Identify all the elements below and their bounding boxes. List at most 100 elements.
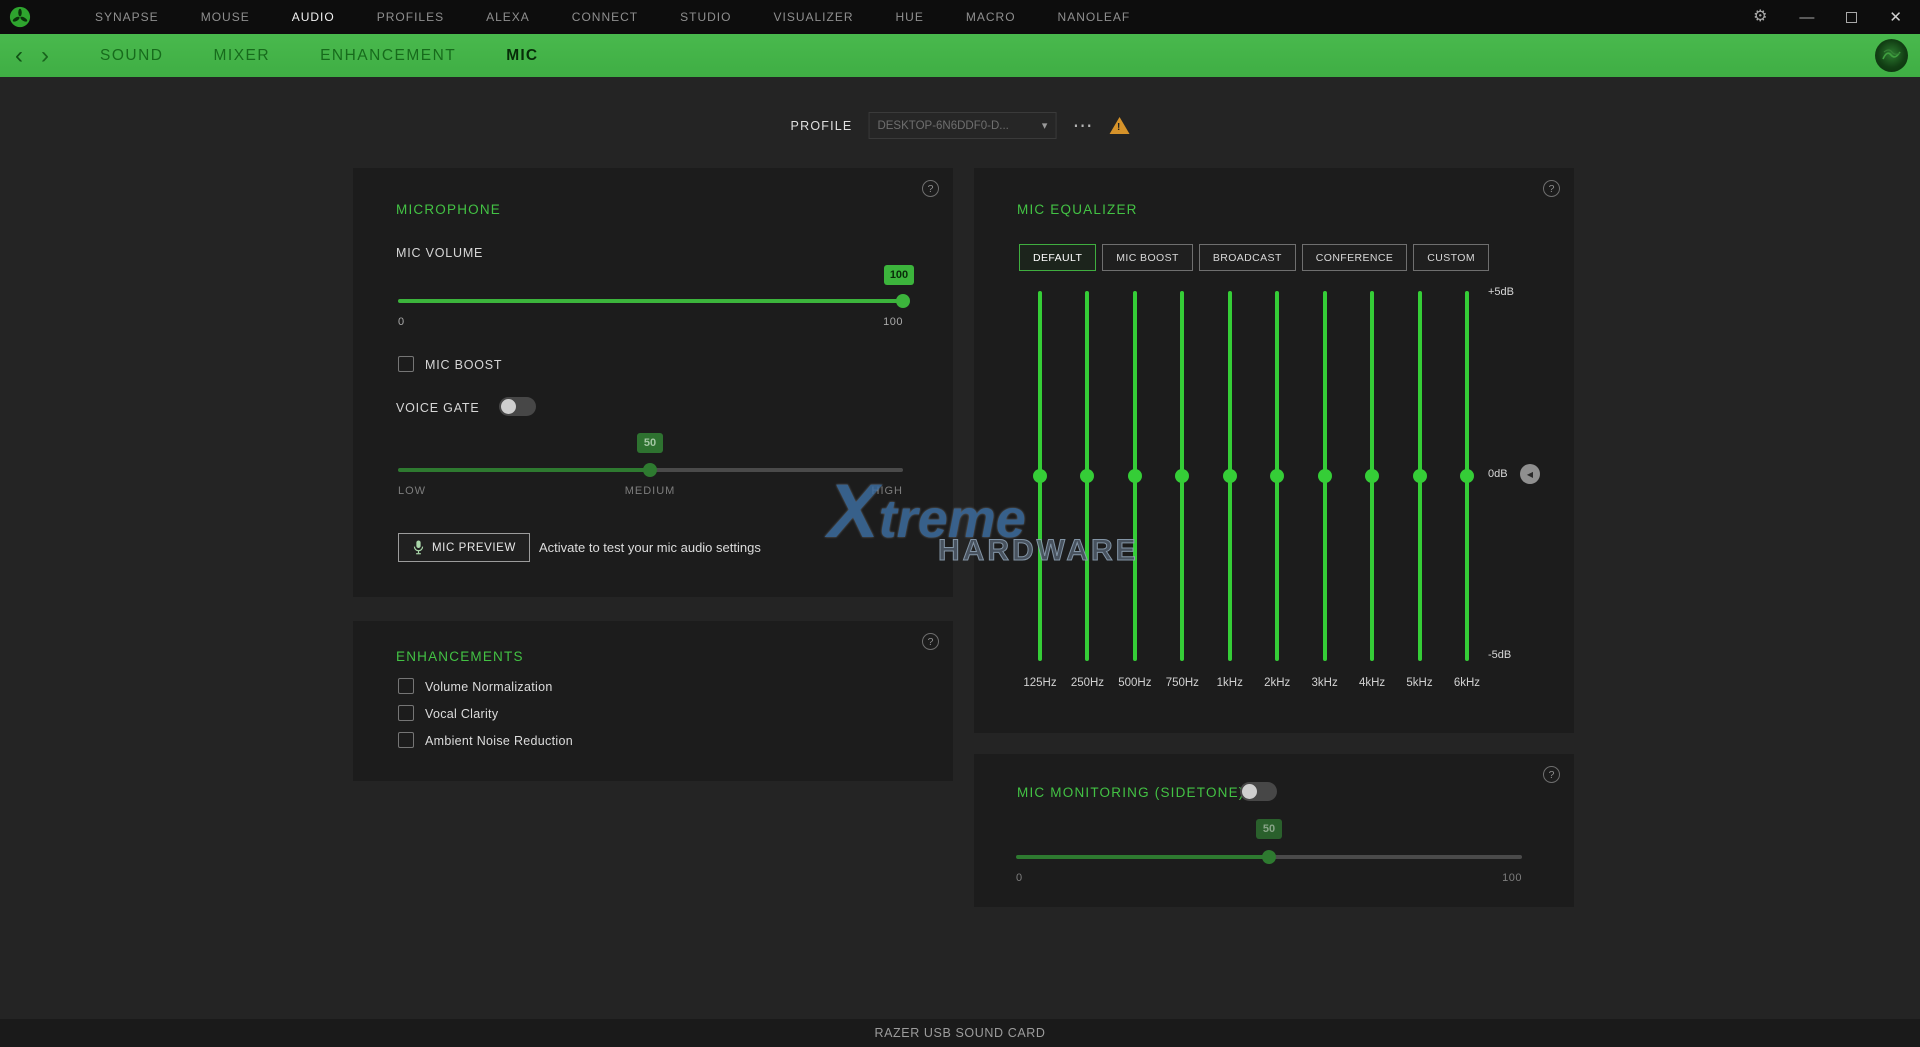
window-controls: ⚙ — ✕ xyxy=(1753,9,1920,25)
eq-band-freq-label: 6kHz xyxy=(1454,677,1480,689)
mic-preview-button-label: MIC PREVIEW xyxy=(432,542,516,554)
mic-boost-checkbox[interactable] xyxy=(398,356,414,372)
help-icon[interactable]: ? xyxy=(922,180,939,197)
ambient-noise-reduction-label: Ambient Noise Reduction xyxy=(425,734,573,748)
sidetone-min-label: 0 xyxy=(1016,872,1023,884)
razer-synapse-window: SYNAPSE MOUSE AUDIO PROFILES ALEXA CONNE… xyxy=(0,0,1920,1047)
menu-item-audio[interactable]: AUDIO xyxy=(292,10,335,24)
mic-volume-slider[interactable] xyxy=(398,299,903,303)
mic-volume-slider-thumb[interactable] xyxy=(896,294,910,308)
forward-button[interactable]: › xyxy=(32,44,58,68)
profile-dropdown-value: DESKTOP-6N6DDF0-D... xyxy=(877,120,1008,132)
sidetone-toggle[interactable] xyxy=(1240,782,1277,801)
db-top-label: +5dB xyxy=(1488,286,1514,298)
menu-item-alexa[interactable]: ALEXA xyxy=(486,10,530,24)
menu-item-mouse[interactable]: MOUSE xyxy=(201,10,250,24)
voice-gate-value-badge: 50 xyxy=(637,433,663,453)
help-icon[interactable]: ? xyxy=(1543,180,1560,197)
eq-band-500hz: 500Hz xyxy=(1125,291,1145,661)
tab-mixer[interactable]: MIXER xyxy=(213,47,270,65)
microphone-panel: ? MICROPHONE MIC VOLUME 100 0 100 MIC BO… xyxy=(353,168,953,597)
menu-item-visualizer[interactable]: VISUALIZER xyxy=(773,10,853,24)
menu-item-connect[interactable]: CONNECT xyxy=(572,10,638,24)
profile-row: PROFILE DESKTOP-6N6DDF0-D... ▾ ⋯ ! xyxy=(791,112,1130,139)
toggle-knob xyxy=(501,399,516,414)
eq-band-freq-label: 5kHz xyxy=(1406,677,1432,689)
eq-band-freq-label: 3kHz xyxy=(1312,677,1338,689)
eq-band-thumb[interactable] xyxy=(1175,469,1189,483)
voice-gate-medium-label: MEDIUM xyxy=(625,485,676,497)
device-name: RAZER USB SOUND CARD xyxy=(874,1026,1045,1040)
mic-volume-min-label: 0 xyxy=(398,316,405,328)
chevron-down-icon: ▾ xyxy=(1042,119,1048,132)
tabs: SOUND MIXER ENHANCEMENT MIC xyxy=(100,47,538,65)
mic-volume-max-label: 100 xyxy=(883,316,903,328)
microphone-title: MICROPHONE xyxy=(396,202,501,217)
menu-item-hue[interactable]: HUE xyxy=(896,10,924,24)
settings-gear-icon[interactable]: ⚙ xyxy=(1753,9,1767,25)
eq-band-thumb[interactable] xyxy=(1460,469,1474,483)
warning-icon[interactable]: ! xyxy=(1109,117,1129,134)
titlebar: SYNAPSE MOUSE AUDIO PROFILES ALEXA CONNE… xyxy=(0,0,1920,34)
maximize-button[interactable] xyxy=(1846,12,1857,23)
eq-band-thumb[interactable] xyxy=(1270,469,1284,483)
menu-item-studio[interactable]: STUDIO xyxy=(680,10,731,24)
eq-band-thumb[interactable] xyxy=(1223,469,1237,483)
menu-item-macro[interactable]: MACRO xyxy=(966,10,1016,24)
avatar[interactable] xyxy=(1875,39,1908,72)
tab-sound[interactable]: SOUND xyxy=(100,47,163,65)
volume-normalization-checkbox[interactable] xyxy=(398,678,414,694)
preset-custom-button[interactable]: CUSTOM xyxy=(1413,244,1489,271)
reset-eq-button[interactable]: ◀ xyxy=(1520,464,1540,484)
enhancements-title: ENHANCEMENTS xyxy=(396,649,524,664)
tab-enhancement[interactable]: ENHANCEMENT xyxy=(320,47,456,65)
mic-equalizer-panel: ? MIC EQUALIZER DEFAULT MIC BOOST BROADC… xyxy=(974,168,1574,733)
voice-gate-high-label: HIGH xyxy=(872,485,904,497)
close-button[interactable]: ✕ xyxy=(1889,10,1902,25)
eq-band-5khz: 5kHz xyxy=(1410,291,1430,661)
eq-band-750hz: 750Hz xyxy=(1172,291,1192,661)
sidetone-value-badge: 50 xyxy=(1256,819,1282,839)
more-options-icon[interactable]: ⋯ xyxy=(1072,121,1093,131)
vocal-clarity-label: Vocal Clarity xyxy=(425,707,498,721)
eq-band-thumb[interactable] xyxy=(1080,469,1094,483)
toggle-knob xyxy=(1242,784,1257,799)
eq-band-125hz: 125Hz xyxy=(1030,291,1050,661)
eq-band-6khz: 6kHz xyxy=(1457,291,1477,661)
mic-volume-value-badge: 100 xyxy=(884,265,914,285)
mic-monitoring-panel: ? MIC MONITORING (SIDETONE) 50 0 100 xyxy=(974,754,1574,907)
voice-gate-toggle[interactable] xyxy=(499,397,536,416)
eq-band-freq-label: 4kHz xyxy=(1359,677,1385,689)
db-bottom-label: -5dB xyxy=(1488,649,1511,661)
eq-band-thumb[interactable] xyxy=(1128,469,1142,483)
voice-gate-slider-thumb[interactable] xyxy=(643,463,657,477)
eq-band-thumb[interactable] xyxy=(1365,469,1379,483)
eq-band-sliders: 125Hz 250Hz 500Hz 750Hz 1kHz 2kHz 3kHz 4… xyxy=(1030,291,1477,661)
menu-item-nanoleaf[interactable]: NANOLEAF xyxy=(1058,10,1131,24)
eq-band-thumb[interactable] xyxy=(1033,469,1047,483)
help-icon[interactable]: ? xyxy=(1543,766,1560,783)
eq-band-thumb[interactable] xyxy=(1318,469,1332,483)
minimize-button[interactable]: — xyxy=(1799,10,1814,25)
eq-band-thumb[interactable] xyxy=(1413,469,1427,483)
back-button[interactable]: ‹ xyxy=(6,44,32,68)
enhancements-panel: ? ENHANCEMENTS Volume Normalization Voca… xyxy=(353,621,953,781)
help-icon[interactable]: ? xyxy=(922,633,939,650)
eq-band-freq-label: 125Hz xyxy=(1023,677,1056,689)
razer-logo-icon[interactable] xyxy=(9,6,31,28)
preset-default-button[interactable]: DEFAULT xyxy=(1019,244,1096,271)
menu-item-profiles[interactable]: PROFILES xyxy=(377,10,444,24)
preset-conference-button[interactable]: CONFERENCE xyxy=(1302,244,1408,271)
preset-broadcast-button[interactable]: BROADCAST xyxy=(1199,244,1296,271)
profile-dropdown[interactable]: DESKTOP-6N6DDF0-D... ▾ xyxy=(868,112,1056,139)
eq-band-2khz: 2kHz xyxy=(1267,291,1287,661)
vocal-clarity-checkbox[interactable] xyxy=(398,705,414,721)
sidetone-max-label: 100 xyxy=(1502,872,1522,884)
eq-band-1khz: 1kHz xyxy=(1220,291,1240,661)
menu-item-synapse[interactable]: SYNAPSE xyxy=(95,10,159,24)
ambient-noise-reduction-checkbox[interactable] xyxy=(398,732,414,748)
tab-mic[interactable]: MIC xyxy=(506,47,538,65)
sidetone-slider-thumb[interactable] xyxy=(1262,850,1276,864)
mic-preview-button[interactable]: MIC PREVIEW xyxy=(398,533,530,562)
preset-mic-boost-button[interactable]: MIC BOOST xyxy=(1102,244,1193,271)
